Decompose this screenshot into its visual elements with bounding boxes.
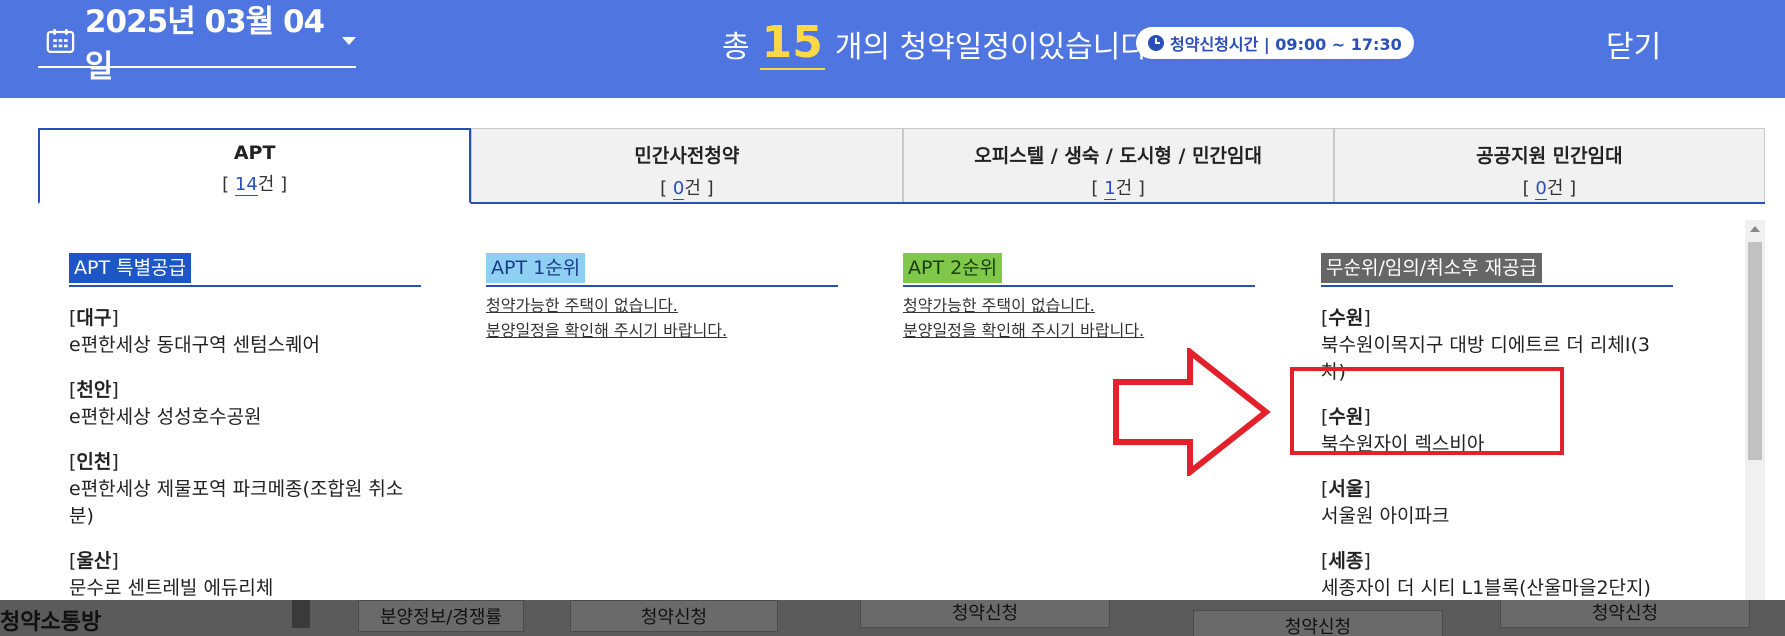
schedule-summary: 총 15 개의 청약일정이있습니다.: [722, 14, 1158, 74]
tab-count: [ 14건 ]: [222, 174, 288, 196]
background-divider: [292, 600, 310, 628]
background-apply-button: 청약신청: [1500, 600, 1750, 628]
list-item[interactable]: [서울] 서울원 아이파크: [1321, 476, 1673, 530]
close-button[interactable]: 닫기: [1606, 22, 1661, 66]
clock-icon: [1148, 35, 1164, 51]
application-time-text: 청약신청시간 | 09:00 ~ 17:30: [1170, 35, 1402, 54]
column-second-rank: APT 2순위 청약가능한 주택이 없습니다. 분양일정을 확인해 주시기 바랍…: [903, 253, 1255, 343]
column-header: APT 2순위: [903, 253, 1255, 287]
selected-date: 2025년 03월 04일: [84, 4, 325, 85]
tab-count: [ 1건 ]: [1091, 178, 1145, 200]
chevron-down-icon: [342, 37, 356, 45]
application-time-badge: 청약신청시간 | 09:00 ~ 17:30: [1136, 27, 1414, 59]
tab-label: 오피스텔 / 생숙 / 도시형 / 민간임대: [974, 145, 1262, 167]
list-item[interactable]: [울산] 문수로 센트레빌 에듀리체: [69, 548, 421, 600]
background-page: 청약소통방 분양정보/경쟁률 청약신청 청약신청 청약신청 청약신청: [0, 600, 1785, 636]
tab-count: [ 0건 ]: [1522, 178, 1577, 200]
tab-label: APT: [233, 142, 276, 164]
total-schedule-count: 15: [759, 17, 825, 70]
column-special-supply: APT 특별공급 [대구] e편한세상 동대구역 센텀스퀘어 [천안] e편한세…: [69, 253, 421, 600]
date-picker[interactable]: 2025년 03월 04일: [38, 4, 356, 85]
tab-private-pre-subscription[interactable]: 민간사전청약 [ 0건 ]: [471, 128, 903, 202]
column-header: APT 특별공급: [69, 253, 421, 287]
schedule-header: 2025년 03월 04일 총 15 개의 청약일정이있습니다. 청약신청시간 …: [0, 0, 1785, 98]
tab-apt[interactable]: APT [ 14건 ]: [38, 128, 472, 204]
tab-public-rental[interactable]: 공공지원 민간임대 [ 0건 ]: [1333, 128, 1765, 202]
background-info-button: 분양정보/경쟁률: [358, 600, 524, 632]
category-tabs: APT [ 14건 ] 민간사전청약 [ 0건 ] 오피스텔 / 생숙 / 도시…: [38, 128, 1765, 204]
summary-suffix: 개의 청약일정이있습니다.: [834, 30, 1158, 65]
scroll-up-icon[interactable]: [1750, 226, 1760, 232]
summary-prefix: 총: [722, 30, 750, 65]
column-header: 무순위/임의/취소후 재공급: [1321, 253, 1673, 287]
column-first-rank: APT 1순위 청약가능한 주택이 없습니다. 분양일정을 확인해 주시기 바랍…: [486, 253, 838, 343]
list-item[interactable]: [천안] e편한세상 성성호수공원: [69, 377, 421, 431]
list-item[interactable]: [세종] 세종자이 더 시티 L1블록(산울마을2단지): [1321, 548, 1673, 600]
list-item[interactable]: [인천] e편한세상 제물포역 파크메종(조합원 취소분): [69, 449, 421, 530]
scrollbar-thumb[interactable]: [1748, 242, 1762, 460]
calendar-icon: [46, 29, 75, 53]
background-apply-button: 청약신청: [1193, 610, 1443, 636]
empty-message[interactable]: 청약가능한 주택이 없습니다. 분양일정을 확인해 주시기 바랍니다.: [903, 293, 1255, 343]
scrollbar[interactable]: [1745, 220, 1765, 600]
background-apply-button: 청약신청: [860, 600, 1110, 628]
tab-label: 민간사전청약: [634, 145, 740, 167]
tab-officetel[interactable]: 오피스텔 / 생숙 / 도시형 / 민간임대 [ 1건 ]: [902, 128, 1334, 202]
list-item[interactable]: [대구] e편한세상 동대구역 센텀스퀘어: [69, 305, 421, 359]
right-arrow-annotation-icon: [1113, 348, 1271, 476]
background-apply-button: 청약신청: [570, 600, 778, 632]
background-page-title: 청약소통방: [0, 610, 102, 635]
column-header: APT 1순위: [486, 253, 838, 287]
tab-label: 공공지원 민간임대: [1476, 145, 1623, 167]
highlight-box: [1290, 367, 1564, 455]
tab-count: [ 0건 ]: [660, 178, 714, 200]
empty-message[interactable]: 청약가능한 주택이 없습니다. 분양일정을 확인해 주시기 바랍니다.: [486, 293, 838, 343]
